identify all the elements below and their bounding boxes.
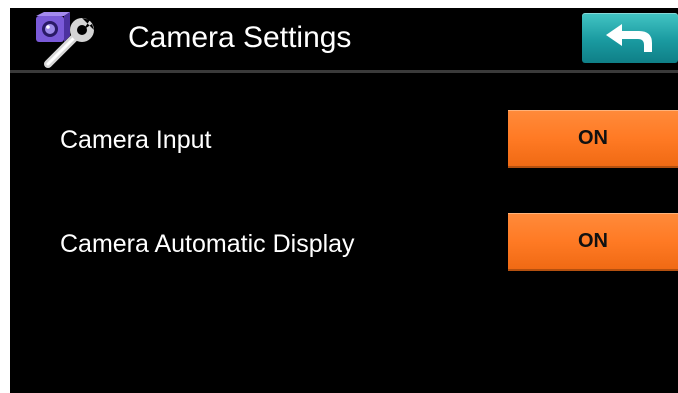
camera-automatic-display-value: ON (578, 230, 608, 252)
camera-wrench-icon (32, 10, 104, 68)
header-bar: Camera Settings (10, 8, 678, 70)
camera-settings-screen: Camera Settings Camera Input ON Camera A… (10, 8, 678, 393)
camera-input-label: Camera Input (60, 126, 212, 154)
page-title: Camera Settings (128, 21, 352, 54)
camera-input-toggle[interactable]: ON (508, 110, 678, 168)
back-arrow-icon (606, 24, 652, 52)
camera-automatic-display-label: Camera Automatic Display (60, 230, 355, 258)
camera-input-value: ON (578, 127, 608, 149)
camera-automatic-display-toggle[interactable]: ON (508, 213, 678, 271)
back-button[interactable] (582, 13, 678, 63)
header-divider (10, 70, 678, 73)
